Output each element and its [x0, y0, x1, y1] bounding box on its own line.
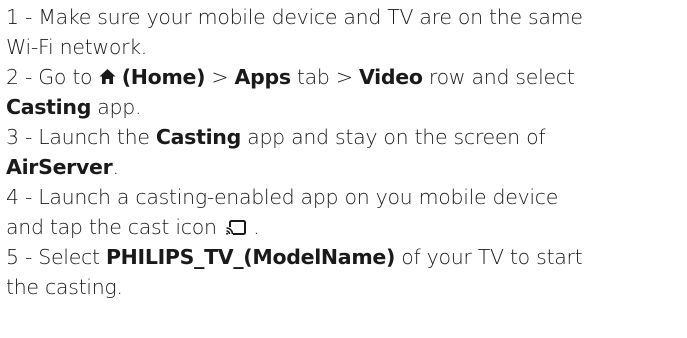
step-3-line-1: 3 - Launch the Casting app and stay on t…	[6, 122, 687, 152]
step-4-end: .	[246, 215, 260, 239]
step-2-sep: >	[205, 65, 235, 89]
cast-icon	[225, 219, 247, 236]
step-5-mid: of your TV to start	[395, 245, 583, 269]
casting-label-2: Casting	[155, 125, 241, 149]
step-3-line-2: AirServer.	[6, 152, 687, 182]
step-4-prefix: and tap the cast icon	[6, 215, 217, 239]
step-2-line-1: 2 - Go to (Home) > Apps tab > Video row …	[6, 62, 687, 92]
casting-label: Casting	[6, 95, 92, 119]
step-2-line-2: Casting app.	[6, 92, 687, 122]
step-4-text: 4 - Launch a casting-enabled app on you …	[6, 185, 559, 209]
step-2-tail: row and select	[422, 65, 575, 89]
step-3-mid: app and stay on the screen of	[240, 125, 546, 149]
home-icon	[99, 68, 116, 85]
step-2-prefix: 2 - Go to	[6, 65, 99, 89]
step-5-line-2: the casting.	[6, 272, 687, 302]
step-1-text-cont: Wi-Fi network.	[6, 35, 147, 59]
step-4-line-1: 4 - Launch a casting-enabled app on you …	[6, 182, 687, 212]
step-5-prefix: 5 - Select	[6, 245, 106, 269]
apps-label: Apps	[234, 65, 292, 89]
home-label: (Home)	[121, 65, 206, 89]
step-1-text: 1 - Make sure your mobile device and TV …	[6, 5, 583, 29]
step-2-mid: tab >	[290, 65, 359, 89]
step-1-line-1: 1 - Make sure your mobile device and TV …	[6, 2, 687, 32]
device-name-label: PHILIPS_TV_(ModelName)	[105, 245, 396, 269]
step-4-line-2: and tap the cast icon .	[6, 212, 687, 242]
step-3-end: .	[112, 155, 119, 179]
instruction-steps: 1 - Make sure your mobile device and TV …	[6, 2, 687, 302]
step-2-end: app.	[91, 95, 142, 119]
airserver-label: AirServer	[6, 155, 113, 179]
video-label: Video	[358, 65, 423, 89]
step-5-text-cont: the casting.	[6, 275, 123, 299]
step-1-line-2: Wi-Fi network.	[6, 32, 687, 62]
step-3-prefix: 3 - Launch the	[6, 125, 156, 149]
step-5-line-1: 5 - Select PHILIPS_TV_(ModelName) of you…	[6, 242, 687, 272]
